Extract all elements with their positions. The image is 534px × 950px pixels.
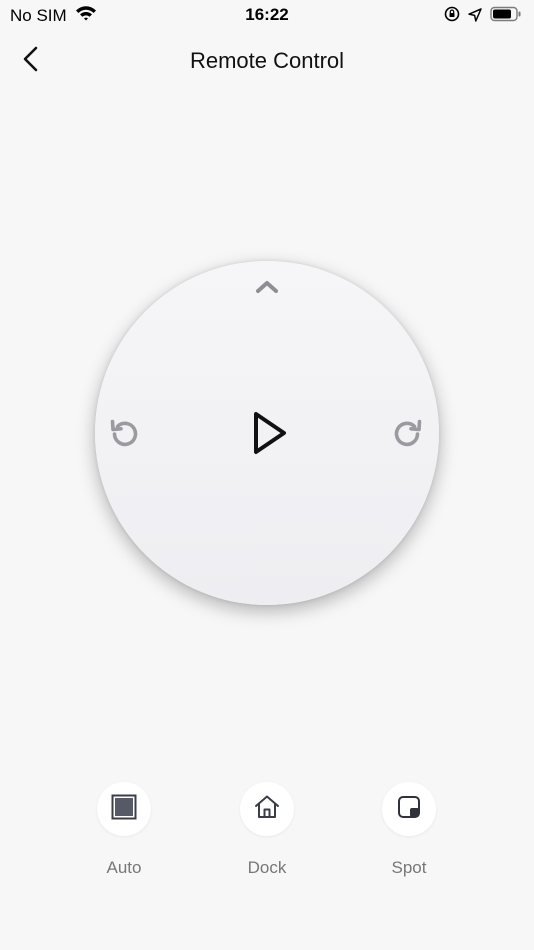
mode-auto-label: Auto [106,858,142,877]
orientation-lock-icon [444,6,460,27]
forward-button[interactable] [247,273,287,305]
rotate-left-button[interactable] [103,413,147,457]
remote-control-screen: No SIM 16:22 Remote Control Auto Dock Sp… [0,0,534,950]
rotate-left-icon [108,416,142,455]
mode-dock-circle[interactable] [240,782,294,836]
location-icon [468,7,482,27]
mode-dock[interactable]: Dock [222,782,312,878]
page-title: Remote Control [189,48,345,73]
mode-auto[interactable]: Auto [79,782,169,878]
mode-spot[interactable]: Spot [364,782,454,878]
rotate-right-icon [390,416,424,455]
direction-dial [95,261,439,605]
mode-spot-label: Spot [391,858,427,877]
play-icon [249,410,289,461]
status-right [444,6,522,27]
mode-dock-label: Dock [247,858,287,877]
status-bar: No SIM 16:22 [0,0,534,30]
stop-square-icon [111,794,137,825]
chevron-up-icon [254,279,280,300]
play-button[interactable] [237,403,301,467]
battery-icon [490,6,522,27]
mode-spot-circle[interactable] [382,782,436,836]
home-icon [253,793,281,826]
rotate-right-button[interactable] [385,413,429,457]
mode-auto-circle[interactable] [97,782,151,836]
header: Remote Control [0,38,534,84]
spot-icon [395,793,423,826]
cleaning-modes: Auto Dock Spot [0,782,534,892]
